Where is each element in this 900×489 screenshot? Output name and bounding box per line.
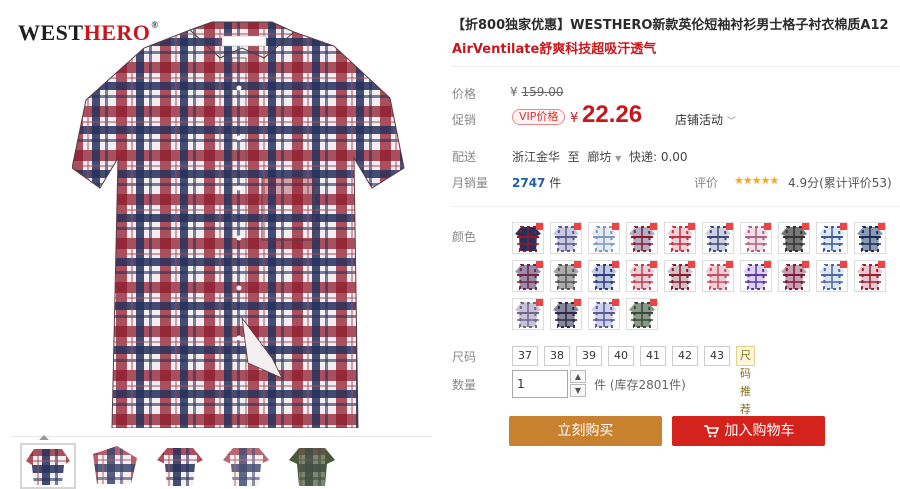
product-subtitle: AirVentilate舒爽科技超吸汗透气 (452, 42, 657, 57)
buy-now-button[interactable]: 立刻购买 (509, 416, 662, 446)
color-swatch[interactable] (512, 260, 544, 292)
swatch-corner-marker (536, 223, 543, 230)
swatch-corner-marker (802, 223, 809, 230)
triangle-up-icon[interactable]: ▲ (570, 370, 586, 383)
swatch-corner-marker (764, 261, 771, 268)
size-option[interactable]: 39 (576, 346, 602, 366)
color-swatch[interactable] (626, 298, 658, 330)
swatch-corner-marker (536, 299, 543, 306)
size-label: 尺码 (452, 350, 477, 364)
color-swatch[interactable] (816, 260, 848, 292)
color-swatch[interactable] (854, 222, 886, 254)
color-swatch[interactable] (816, 222, 848, 254)
promo-label: 促销 (452, 113, 477, 127)
swatch-corner-marker (726, 223, 733, 230)
color-swatch[interactable] (512, 222, 544, 254)
swatch-corner-marker (650, 261, 657, 268)
swatch-corner-marker (536, 261, 543, 268)
swatch-corner-marker (688, 223, 695, 230)
thumbnail-1[interactable] (20, 443, 76, 489)
thumbnail-2[interactable] (86, 443, 142, 489)
size-option[interactable]: 41 (640, 346, 666, 366)
color-swatch[interactable] (854, 260, 886, 292)
vip-price-badge: VIP价格 (512, 109, 566, 125)
price-box: 价格 ¥ 159.00 促销 VIP价格 ¥ 22.26 店铺活动 ﹀ 配送 浙… (452, 68, 900, 208)
info-divider (452, 206, 900, 207)
triangle-down-icon[interactable]: ▼ (570, 384, 586, 397)
rating-value[interactable]: 4.9分(累计评价53) (788, 174, 892, 191)
swatch-corner-marker (574, 261, 581, 268)
swatch-corner-marker (574, 299, 581, 306)
orig-price-label: 价格 (452, 87, 477, 101)
thumbnail-strip (12, 435, 432, 489)
color-swatch[interactable] (550, 298, 582, 330)
color-swatch[interactable] (588, 298, 620, 330)
product-gallery: WESTHERO® (12, 8, 432, 489)
size-option[interactable]: 42 (672, 346, 698, 366)
swatch-corner-marker (726, 261, 733, 268)
title-divider (452, 66, 900, 67)
swatch-corner-marker (650, 223, 657, 230)
product-info-panel: 【折800独家优惠】WESTHERO新款英伦短袖衬衫男士格子衬衣棉质A12 Ai… (452, 8, 900, 489)
current-price: 22.26 (582, 101, 643, 128)
color-swatch[interactable] (702, 260, 734, 292)
color-swatch[interactable] (626, 222, 658, 254)
color-swatch[interactable] (740, 222, 772, 254)
star-rating-icon: ★★★★★ (734, 174, 779, 187)
size-option[interactable]: 40 (608, 346, 634, 366)
main-product-image[interactable]: WESTHERO® (12, 8, 432, 428)
color-swatch[interactable] (664, 222, 696, 254)
add-to-cart-button[interactable]: 加入购物车 (672, 416, 825, 446)
plaid-shirt-image (72, 21, 405, 428)
swatch-corner-marker (612, 299, 619, 306)
rating-label: 评价 (694, 176, 719, 190)
swatch-corner-marker (878, 223, 885, 230)
color-swatch[interactable] (702, 222, 734, 254)
chevron-down-icon: ﹀ (726, 117, 736, 127)
size-option[interactable]: 37 (512, 346, 538, 366)
store-activity-dropdown[interactable]: 店铺活动 ﹀ (675, 111, 736, 128)
swatch-corner-marker (612, 261, 619, 268)
color-swatch[interactable] (550, 260, 582, 292)
size-option[interactable]: 38 (544, 346, 570, 366)
swatch-corner-marker (574, 223, 581, 230)
shipping-destination-selector[interactable]: 廊坊 ▼ (587, 150, 621, 164)
size-option[interactable]: 43 (704, 346, 730, 366)
swatch-corner-marker (802, 261, 809, 268)
triangle-down-icon: ▼ (615, 154, 622, 163)
original-price: ¥ 159.00 (510, 85, 564, 99)
stock-info: 件 (库存2801件) (594, 378, 686, 392)
swatch-corner-marker (878, 261, 885, 268)
color-swatch[interactable] (778, 222, 810, 254)
size-chart-link[interactable]: 尺码推荐 (736, 346, 755, 416)
color-swatch[interactable] (626, 260, 658, 292)
shipping-label: 配送 (452, 150, 477, 164)
monthly-sales: 2747 件 (512, 176, 562, 190)
swatch-corner-marker (612, 223, 619, 230)
shopping-cart-icon (703, 425, 719, 438)
color-swatch[interactable] (512, 298, 544, 330)
swatch-corner-marker (840, 223, 847, 230)
color-swatch[interactable] (550, 222, 582, 254)
quantity-label: 数量 (452, 378, 477, 392)
active-thumb-caret (39, 435, 49, 440)
swatch-corner-marker (650, 299, 657, 306)
color-swatch[interactable] (588, 222, 620, 254)
thumbnail-3[interactable] (152, 443, 208, 489)
color-label: 颜色 (452, 230, 477, 244)
color-swatch[interactable] (778, 260, 810, 292)
color-swatch[interactable] (740, 260, 772, 292)
sales-label: 月销量 (452, 176, 489, 190)
thumbnail-4[interactable] (218, 443, 274, 489)
color-swatch[interactable] (664, 260, 696, 292)
current-price-symbol: ¥ (570, 111, 579, 126)
thumbnail-5[interactable] (284, 443, 340, 489)
product-title: 【折800独家优惠】WESTHERO新款英伦短袖衬衫男士格子衬衣棉质A12 (452, 18, 889, 33)
swatch-corner-marker (840, 261, 847, 268)
quantity-input[interactable] (512, 370, 568, 398)
shipping-info: 浙江金华 至 廊坊 ▼ 快递: 0.00 (512, 150, 688, 164)
swatch-corner-marker (764, 223, 771, 230)
color-swatch[interactable] (588, 260, 620, 292)
swatch-corner-marker (688, 261, 695, 268)
